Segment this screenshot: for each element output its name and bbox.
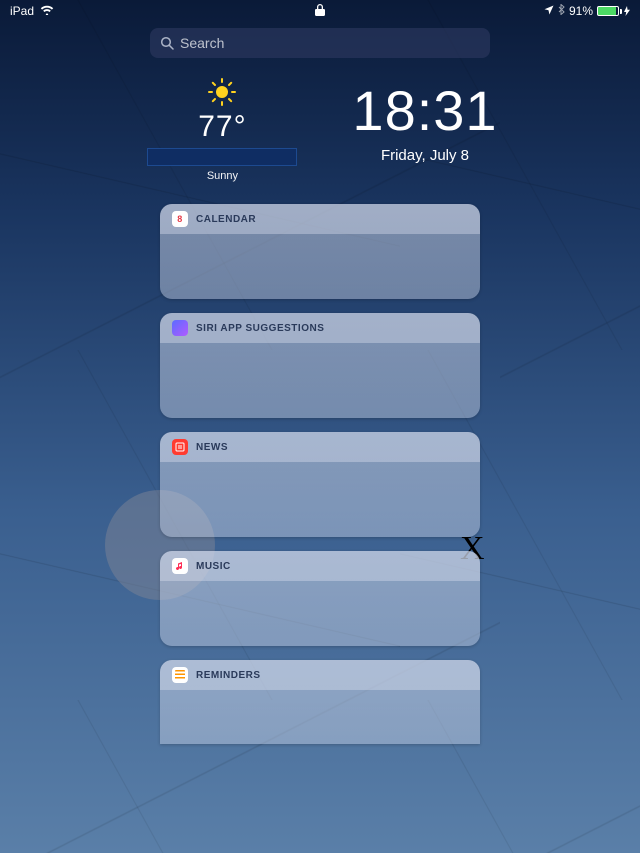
sun-icon [142,78,302,106]
status-bar: iPad 91% [0,0,640,22]
widget-body [160,234,480,299]
widget-header: SIRI APP SUGGESTIONS [160,313,480,343]
widget-body [160,690,480,744]
news-icon [172,439,188,455]
widget-header: NEWS [160,432,480,462]
widget-header: REMINDERS [160,660,480,690]
search-input[interactable] [180,35,480,51]
weather-condition: Sunny [142,170,302,182]
widget-body [160,343,480,418]
temperature: 77° [142,110,302,144]
location-icon [544,4,554,18]
status-left: iPad [10,4,54,18]
widget-title: REMINDERS [196,670,261,681]
search-bar[interactable] [150,28,490,58]
battery-percent: 91% [569,4,593,18]
lock-icon [315,4,325,19]
device-label: iPad [10,4,34,18]
widgets-column[interactable]: 8 CALENDAR SIRI APP SUGGESTIONS NEWS MUS… [160,204,480,744]
weather-widget[interactable]: 77° Sunny [142,72,302,182]
music-icon [172,558,188,574]
widget-header: MUSIC [160,551,480,581]
search-icon [160,36,174,50]
date: Friday, July 8 [352,147,497,164]
widget-title: CALENDAR [196,214,256,225]
widget-title: MUSIC [196,561,231,572]
bluetooth-icon [558,4,565,18]
widget-reminders[interactable]: REMINDERS [160,660,480,744]
widget-music[interactable]: MUSIC [160,551,480,646]
status-right: 91% [544,4,630,18]
redacted-location [147,148,297,166]
reminders-icon [172,667,188,683]
calendar-icon: 8 [172,211,188,227]
battery-icon [597,6,630,16]
siri-icon [172,320,188,336]
wifi-icon [40,4,54,18]
widget-body [160,581,480,646]
time: 18:31 [352,82,497,141]
clock-widget: 18:31 Friday, July 8 [352,72,497,182]
hero-row: 77° Sunny 18:31 Friday, July 8 [0,72,640,182]
widget-title: SIRI APP SUGGESTIONS [196,323,324,334]
widget-body [160,462,480,537]
widget-siri-suggestions[interactable]: SIRI APP SUGGESTIONS [160,313,480,418]
widget-calendar[interactable]: 8 CALENDAR [160,204,480,299]
widget-header: 8 CALENDAR [160,204,480,234]
widget-title: NEWS [196,442,228,453]
widget-news[interactable]: NEWS [160,432,480,537]
